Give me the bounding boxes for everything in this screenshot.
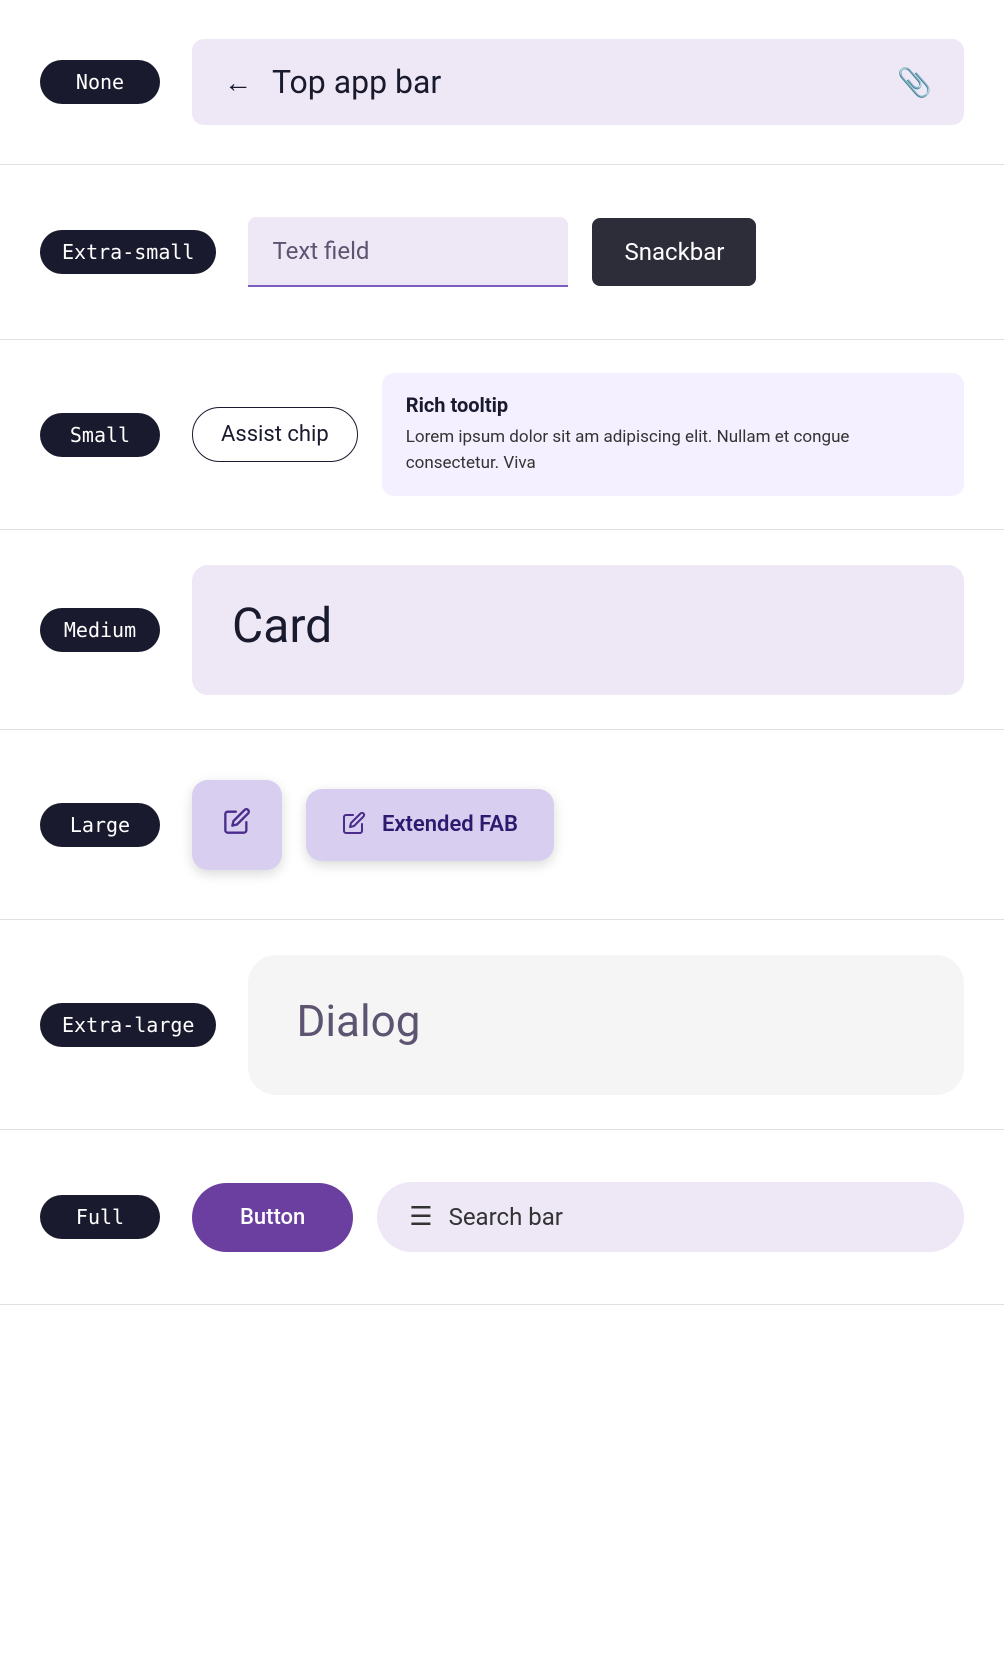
extended-fab-label: Extended FAB: [382, 812, 518, 837]
content-none: ← Top app bar 📎: [192, 39, 964, 125]
row-full: Full Button ☰ Search bar: [0, 1130, 1004, 1305]
content-large: Extended FAB: [192, 780, 964, 870]
row-none: None ← Top app bar 📎: [0, 0, 1004, 165]
badge-full: Full: [40, 1195, 160, 1239]
extended-fab-button[interactable]: Extended FAB: [306, 789, 554, 861]
content-medium: Card: [192, 565, 964, 695]
back-icon[interactable]: ←: [224, 66, 252, 99]
snackbar: Snackbar: [592, 218, 756, 286]
badge-none: None: [40, 60, 160, 104]
dialog-title: Dialog: [296, 995, 916, 1047]
row-extra-large: Extra-large Dialog: [0, 920, 1004, 1130]
filled-button[interactable]: Button: [192, 1183, 353, 1252]
card[interactable]: Card: [192, 565, 964, 695]
badge-extra-large: Extra-large: [40, 1003, 216, 1047]
badge-small: Small: [40, 413, 160, 457]
row-large: Large Extended FAB: [0, 730, 1004, 920]
search-bar-label: Search bar: [449, 1203, 563, 1231]
content-small: Assist chip Rich tooltip Lorem ipsum dol…: [192, 373, 964, 496]
fab-edit-icon: [223, 807, 251, 842]
row-medium: Medium Card: [0, 530, 1004, 730]
top-app-bar-title: Top app bar: [272, 63, 877, 101]
content-full: Button ☰ Search bar: [192, 1182, 964, 1252]
fab-button[interactable]: [192, 780, 282, 870]
menu-icon[interactable]: ☰: [409, 1202, 432, 1232]
text-field[interactable]: Text field: [248, 217, 568, 287]
row-small: Small Assist chip Rich tooltip Lorem ips…: [0, 340, 1004, 530]
attach-icon[interactable]: 📎: [897, 66, 932, 99]
rich-tooltip-title: Rich tooltip: [406, 393, 940, 417]
row-extra-small: Extra-small Text field Snackbar: [0, 165, 1004, 340]
content-extra-small: Text field Snackbar: [248, 217, 964, 287]
top-app-bar[interactable]: ← Top app bar 📎: [192, 39, 964, 125]
badge-large: Large: [40, 803, 160, 847]
extended-fab-edit-icon: [342, 811, 366, 839]
rich-tooltip-body: Lorem ipsum dolor sit am adipiscing elit…: [406, 425, 940, 476]
card-title: Card: [232, 597, 924, 654]
content-extra-large: Dialog: [248, 955, 964, 1095]
assist-chip[interactable]: Assist chip: [192, 407, 358, 462]
badge-medium: Medium: [40, 608, 160, 652]
dialog[interactable]: Dialog: [248, 955, 964, 1095]
badge-extra-small: Extra-small: [40, 230, 216, 274]
search-bar[interactable]: ☰ Search bar: [377, 1182, 964, 1252]
rich-tooltip: Rich tooltip Lorem ipsum dolor sit am ad…: [382, 373, 964, 496]
